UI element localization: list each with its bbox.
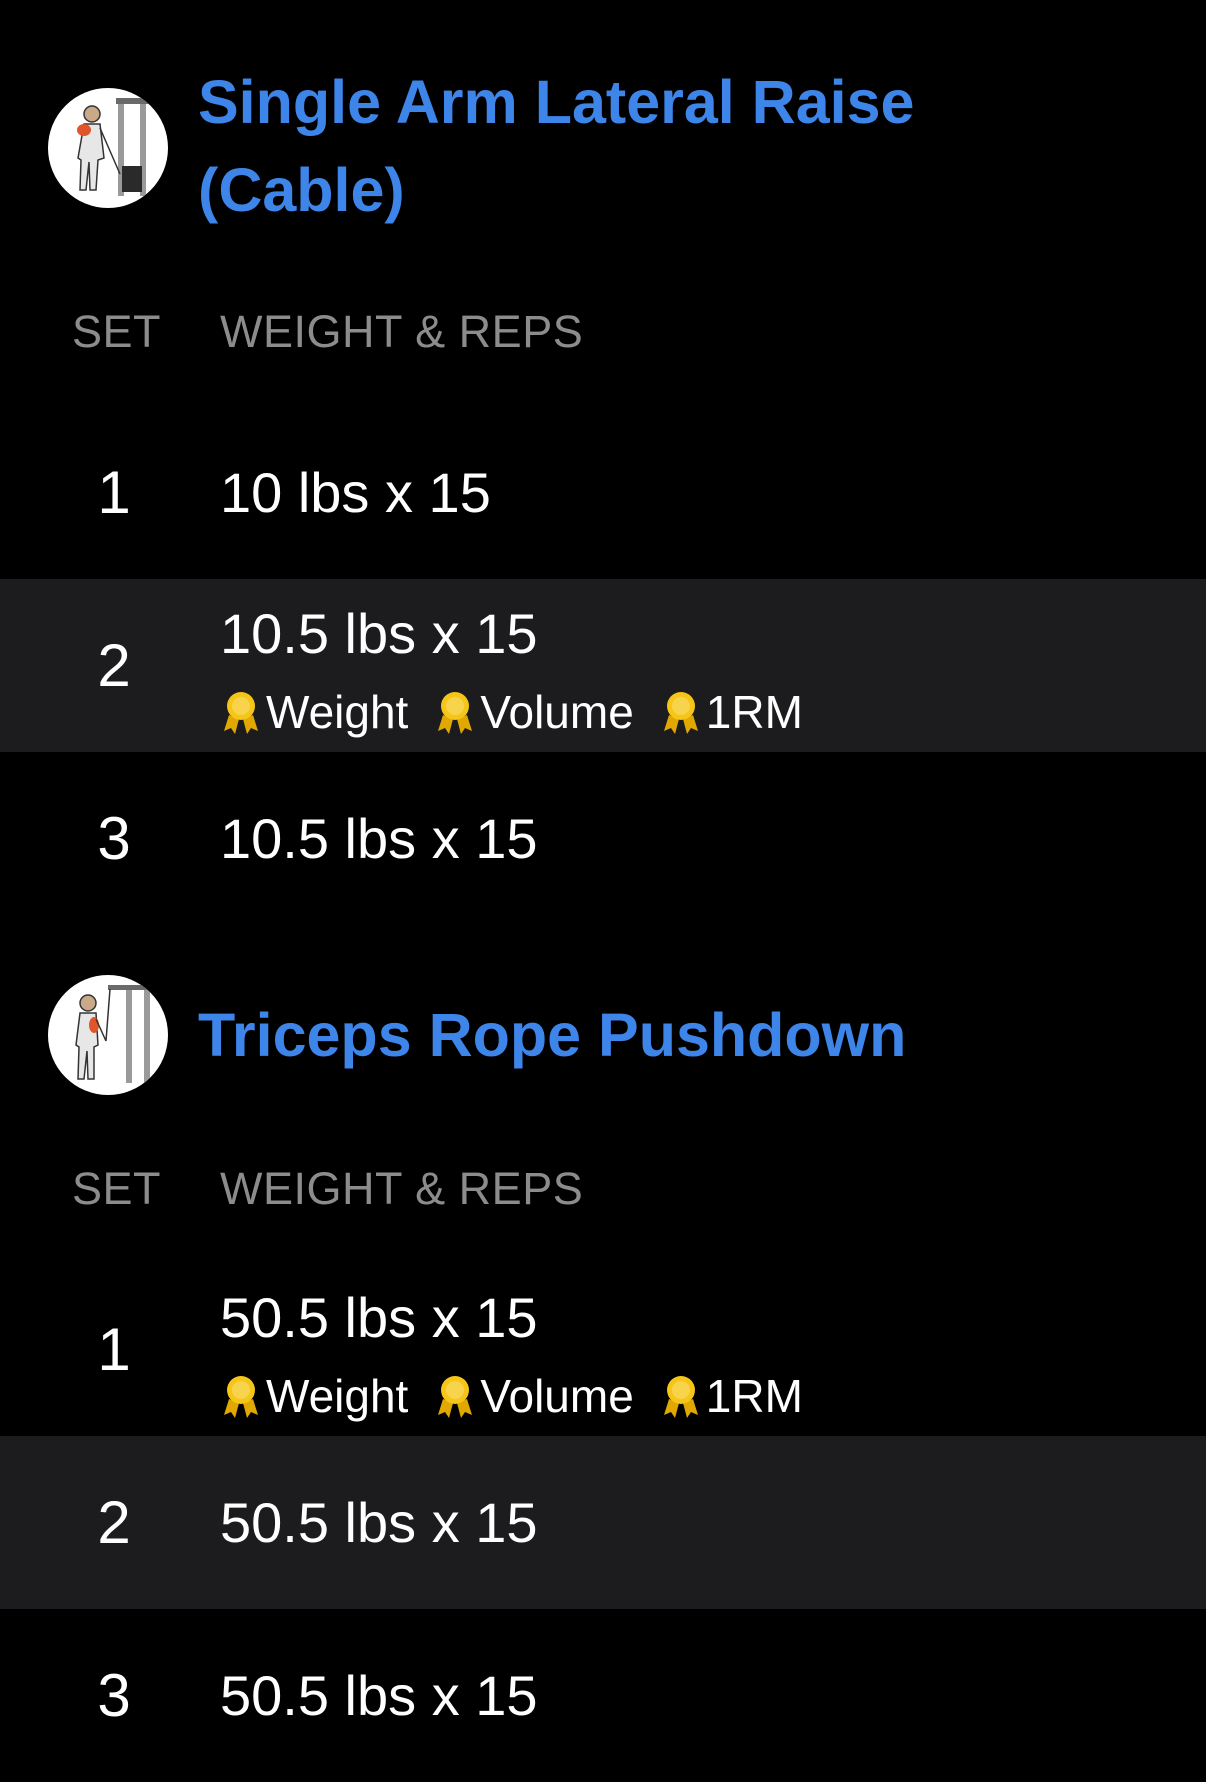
set-weight-reps: 50.5 lbs x 15 xyxy=(220,1491,538,1554)
medal-icon xyxy=(438,1376,473,1418)
pr-label: Volume xyxy=(480,686,634,738)
pr-badge-1rm: 1RM xyxy=(660,685,803,739)
set-column-header: SET xyxy=(72,306,162,357)
set-row: 1 10 lbs x 15 xyxy=(0,406,1206,579)
exercise-thumbnail[interactable] xyxy=(48,88,168,208)
pr-label: Weight xyxy=(266,1370,409,1422)
medal-icon xyxy=(438,692,473,734)
pr-badge-weight: Weight xyxy=(220,1369,408,1423)
set-number: 1 xyxy=(97,1316,131,1383)
pr-badge-weight: Weight xyxy=(220,685,408,739)
pr-badge-volume: Volume xyxy=(434,1369,634,1423)
set-weight-reps: 50.5 lbs x 15 xyxy=(220,1664,538,1727)
exercise-title[interactable]: Triceps Rope Pushdown xyxy=(198,991,998,1079)
set-number: 3 xyxy=(97,1662,131,1729)
set-row: 1 50.5 lbs x 15 Weight Volume 1RM xyxy=(0,1263,1206,1436)
set-number: 1 xyxy=(97,459,131,526)
cable-lateral-raise-illustration-icon xyxy=(77,98,148,196)
set-weight-reps: 10.5 lbs x 15 xyxy=(220,807,538,870)
pr-badge-volume: Volume xyxy=(434,685,634,739)
pr-label: 1RM xyxy=(705,1370,803,1422)
personal-records: Weight Volume 1RM xyxy=(220,685,829,739)
weight-reps-column-header: WEIGHT & REPS xyxy=(220,1163,584,1214)
weight-reps-column-header: WEIGHT & REPS xyxy=(220,306,584,357)
pr-label: Volume xyxy=(480,1370,634,1422)
medal-icon xyxy=(224,692,258,734)
medal-icon xyxy=(224,1376,258,1418)
set-number: 3 xyxy=(97,805,131,872)
column-headers: SET WEIGHT & REPS xyxy=(0,1163,1206,1223)
personal-records: Weight Volume 1RM xyxy=(220,1369,829,1423)
exercise-title[interactable]: Single Arm Lateral Raise (Cable) xyxy=(198,58,998,234)
rope-pushdown-illustration-icon xyxy=(75,985,152,1083)
medal-icon xyxy=(663,1376,698,1418)
set-row: 2 50.5 lbs x 15 xyxy=(0,1436,1206,1609)
set-weight-reps: 50.5 lbs x 15 xyxy=(220,1286,538,1349)
column-headers: SET WEIGHT & REPS xyxy=(0,306,1206,366)
set-row: 2 10.5 lbs x 15 Weight Volume 1RM xyxy=(0,579,1206,752)
set-row: 3 50.5 lbs x 15 xyxy=(0,1609,1206,1782)
set-row: 3 10.5 lbs x 15 xyxy=(0,752,1206,925)
set-weight-reps: 10 lbs x 15 xyxy=(220,461,491,524)
set-number: 2 xyxy=(97,1489,131,1556)
pr-badge-1rm: 1RM xyxy=(660,1369,803,1423)
medal-icon xyxy=(663,692,698,734)
set-weight-reps: 10.5 lbs x 15 xyxy=(220,602,538,665)
set-number: 2 xyxy=(97,632,131,699)
exercise-thumbnail[interactable] xyxy=(48,975,168,1095)
workout-detail: Single Arm Lateral Raise (Cable) SET WEI… xyxy=(0,0,1206,1780)
pr-label: Weight xyxy=(266,686,409,738)
pr-label: 1RM xyxy=(705,686,803,738)
set-column-header: SET xyxy=(72,1163,162,1214)
